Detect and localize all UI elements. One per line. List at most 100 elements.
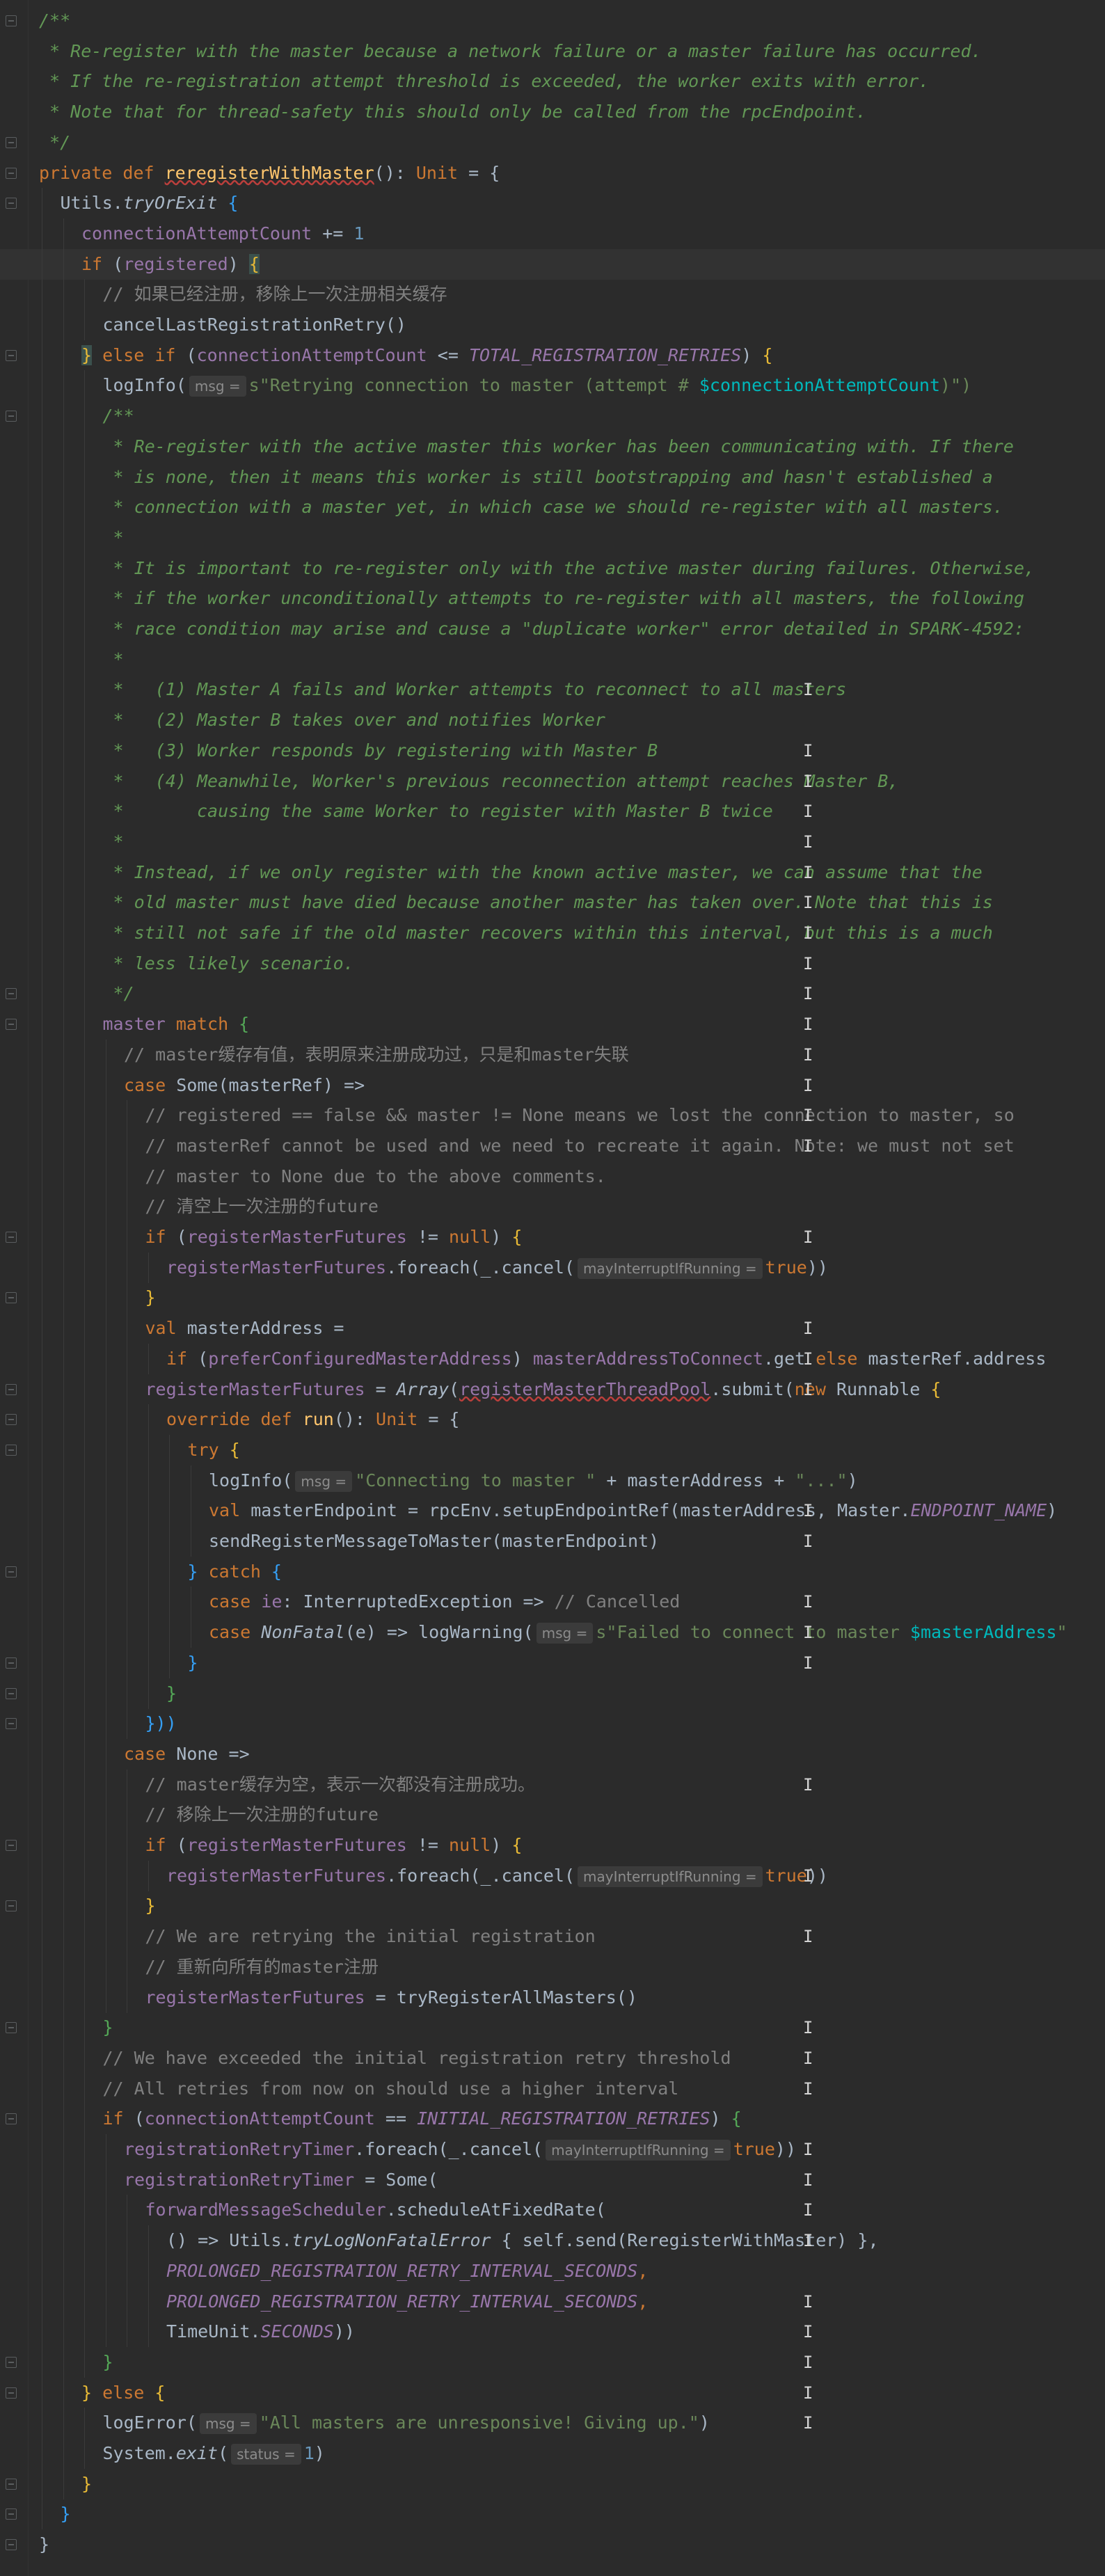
code-line[interactable]: } bbox=[0, 2468, 1105, 2499]
code-line[interactable]: */ bbox=[0, 978, 1105, 1010]
code-line[interactable]: // All retries from now on should use a … bbox=[0, 2073, 1105, 2104]
code-line[interactable]: // master to None due to the above comme… bbox=[0, 1161, 1105, 1192]
code-line[interactable]: /** bbox=[0, 6, 1105, 36]
indent-guide bbox=[63, 1404, 64, 1436]
code-line[interactable]: } else { bbox=[0, 2377, 1105, 2408]
code-line[interactable]: registrationRetryTimer = Some( bbox=[0, 2164, 1105, 2195]
code-line[interactable]: // 重新向所有的master注册 bbox=[0, 1951, 1105, 1982]
code-token: { bbox=[511, 1835, 523, 1855]
code-line[interactable]: logInfo(msg = s"Retrying connection to ma… bbox=[0, 370, 1105, 401]
code-line[interactable]: * bbox=[0, 826, 1105, 857]
code-line[interactable]: try { bbox=[0, 1434, 1105, 1465]
code-line[interactable]: * is none, then it means this worker is … bbox=[0, 461, 1105, 493]
code-line[interactable]: } bbox=[0, 2346, 1105, 2378]
code-line[interactable]: * bbox=[0, 522, 1105, 553]
indent-guide bbox=[63, 1617, 64, 1648]
code-line[interactable]: val masterAddress = bbox=[0, 1313, 1105, 1344]
code-line[interactable]: if (connectionAttemptCount == INITIAL_RE… bbox=[0, 2104, 1105, 2135]
code-line[interactable]: } else if (connectionAttemptCount <= TOT… bbox=[0, 340, 1105, 371]
code-line[interactable]: () => Utils.tryLogNonFatalError { self.s… bbox=[0, 2225, 1105, 2257]
code-line[interactable]: registerMasterFutures.foreach(_.cancel(m… bbox=[0, 1860, 1105, 1891]
code-line[interactable]: case Some(masterRef) => bbox=[0, 1070, 1105, 1101]
code-line[interactable]: * Re-register with the master because a … bbox=[0, 36, 1105, 67]
code-token: )) bbox=[333, 2321, 355, 2342]
code-line[interactable]: // registered == false && master != None… bbox=[0, 1100, 1105, 1131]
code-line[interactable]: * (4) Meanwhile, Worker's previous recon… bbox=[0, 765, 1105, 797]
code-line[interactable]: if (registerMasterFutures != null) { bbox=[0, 1222, 1105, 1253]
indent-guide bbox=[63, 1647, 64, 1678]
code-line[interactable]: val masterEndpoint = rpcEnv.setupEndpoin… bbox=[0, 1495, 1105, 1527]
code-line[interactable]: // master缓存为空，表示一次都没有注册成功。 bbox=[0, 1769, 1105, 1800]
line-content: * If the re-registration attempt thresho… bbox=[39, 66, 929, 97]
code-line[interactable]: } bbox=[0, 1678, 1105, 1709]
code-line[interactable]: // 如果已经注册，移除上一次注册相关缓存 bbox=[0, 279, 1105, 310]
code-line[interactable]: } bbox=[0, 2529, 1105, 2560]
code-token: } bbox=[187, 1652, 198, 1673]
code-token: } bbox=[81, 344, 93, 365]
code-line[interactable]: // 清空上一次注册的future bbox=[0, 1191, 1105, 1223]
code-line[interactable]: * It is important to re-register only wi… bbox=[0, 552, 1105, 584]
code-line[interactable]: * old master must have died because anot… bbox=[0, 887, 1105, 919]
code-line[interactable]: * causing the same Worker to register wi… bbox=[0, 796, 1105, 827]
code-token: Utils. bbox=[60, 193, 123, 214]
code-line[interactable]: connectionAttemptCount += 1 bbox=[0, 218, 1105, 249]
code-line[interactable]: registerMasterFutures = tryRegisterAllMa… bbox=[0, 1982, 1105, 2013]
code-line[interactable]: * If the re-registration attempt thresho… bbox=[0, 66, 1105, 97]
code-line[interactable]: } bbox=[0, 2499, 1105, 2530]
code-line[interactable]: * less likely scenario. bbox=[0, 948, 1105, 979]
code-line[interactable]: } bbox=[0, 2012, 1105, 2044]
indent-guide bbox=[84, 1222, 85, 1253]
code-line[interactable]: * connection with a master yet, in which… bbox=[0, 492, 1105, 523]
code-line[interactable]: * (2) Master B takes over and notifies W… bbox=[0, 705, 1105, 736]
code-line[interactable]: logError(msg = "All masters are unrespons… bbox=[0, 2408, 1105, 2439]
code-line[interactable]: * (3) Worker responds by registering wit… bbox=[0, 735, 1105, 766]
code-line[interactable]: // We are retrying the initial registrat… bbox=[0, 1921, 1105, 1953]
code-line[interactable]: * Note that for thread-safety this shoul… bbox=[0, 97, 1105, 127]
code-line[interactable]: * Re-register with the active master thi… bbox=[0, 431, 1105, 462]
code-line[interactable]: } bbox=[0, 1647, 1105, 1678]
code-line[interactable]: } catch { bbox=[0, 1556, 1105, 1587]
code-editor[interactable]: /** * Re-register with the master becaus… bbox=[0, 0, 1105, 2576]
code-line[interactable]: override def run(): Unit = { bbox=[0, 1404, 1105, 1436]
code-line[interactable]: registerMasterFutures = Array(registerMa… bbox=[0, 1374, 1105, 1405]
code-line[interactable]: * race condition may arise and cause a "… bbox=[0, 614, 1105, 644]
code-line[interactable]: } bbox=[0, 1282, 1105, 1314]
code-line[interactable]: * if the worker unconditionally attempts… bbox=[0, 583, 1105, 614]
code-line[interactable]: private def reregisterWithMaster(): Unit… bbox=[0, 158, 1105, 189]
code-line[interactable]: PROLONGED_REGISTRATION_RETRY_INTERVAL_SE… bbox=[0, 2255, 1105, 2287]
code-line[interactable]: } bbox=[0, 1891, 1105, 1922]
code-line[interactable]: * Instead, if we only register with the … bbox=[0, 857, 1105, 888]
code-line[interactable]: * bbox=[0, 644, 1105, 675]
code-token: cancelLastRegistrationRetry() bbox=[102, 315, 407, 335]
code-line[interactable]: // 移除上一次注册的future bbox=[0, 1799, 1105, 1831]
code-line[interactable]: if (registerMasterFutures != null) { bbox=[0, 1830, 1105, 1861]
code-line[interactable]: * (1) Master A fails and Worker attempts… bbox=[0, 674, 1105, 706]
code-line[interactable]: case None => bbox=[0, 1738, 1105, 1770]
code-line[interactable]: */ bbox=[0, 127, 1105, 158]
code-line[interactable]: if (preferConfiguredMasterAddress) maste… bbox=[0, 1343, 1105, 1374]
code-line[interactable]: // master缓存有值，表明原来注册成功过，只是和master失联 bbox=[0, 1039, 1105, 1070]
code-token: connectionAttemptCount bbox=[196, 344, 427, 365]
code-line[interactable]: System.exit(status = 1) bbox=[0, 2438, 1105, 2469]
code-token: } bbox=[187, 1561, 209, 1582]
line-content: registrationRetryTimer.foreach(_.cancel(… bbox=[124, 2134, 796, 2165]
code-line[interactable]: * still not safe if the old master recov… bbox=[0, 918, 1105, 948]
code-line[interactable]: /** bbox=[0, 401, 1105, 432]
code-line[interactable]: PROLONGED_REGISTRATION_RETRY_INTERVAL_SE… bbox=[0, 2286, 1105, 2317]
code-line[interactable]: case ie: InterruptedException => // Canc… bbox=[0, 1587, 1105, 1618]
code-line[interactable]: registrationRetryTimer.foreach(_.cancel(… bbox=[0, 2134, 1105, 2165]
code-line[interactable]: TimeUnit.SECONDS)) bbox=[0, 2316, 1105, 2348]
code-line[interactable]: })) bbox=[0, 1708, 1105, 1740]
code-line[interactable]: registerMasterFutures.foreach(_.cancel(m… bbox=[0, 1252, 1105, 1283]
code-line[interactable]: logInfo(msg = "Connecting to master " + m… bbox=[0, 1465, 1105, 1496]
parameter-hint: msg = bbox=[189, 376, 246, 397]
code-line[interactable]: forwardMessageScheduler.scheduleAtFixedR… bbox=[0, 2195, 1105, 2226]
code-line[interactable]: // masterRef cannot be used and we need … bbox=[0, 1130, 1105, 1161]
code-line[interactable]: if (registered) { bbox=[0, 248, 1105, 280]
code-line[interactable]: // We have exceeded the initial registra… bbox=[0, 2042, 1105, 2074]
code-line[interactable]: master match { bbox=[0, 1009, 1105, 1040]
code-line[interactable]: case NonFatal(e) => logWarning(msg = s"Fa… bbox=[0, 1617, 1105, 1648]
code-line[interactable]: cancelLastRegistrationRetry() bbox=[0, 310, 1105, 340]
code-line[interactable]: Utils.tryOrExit { bbox=[0, 188, 1105, 219]
code-line[interactable]: sendRegisterMessageToMaster(masterEndpoi… bbox=[0, 1526, 1105, 1557]
